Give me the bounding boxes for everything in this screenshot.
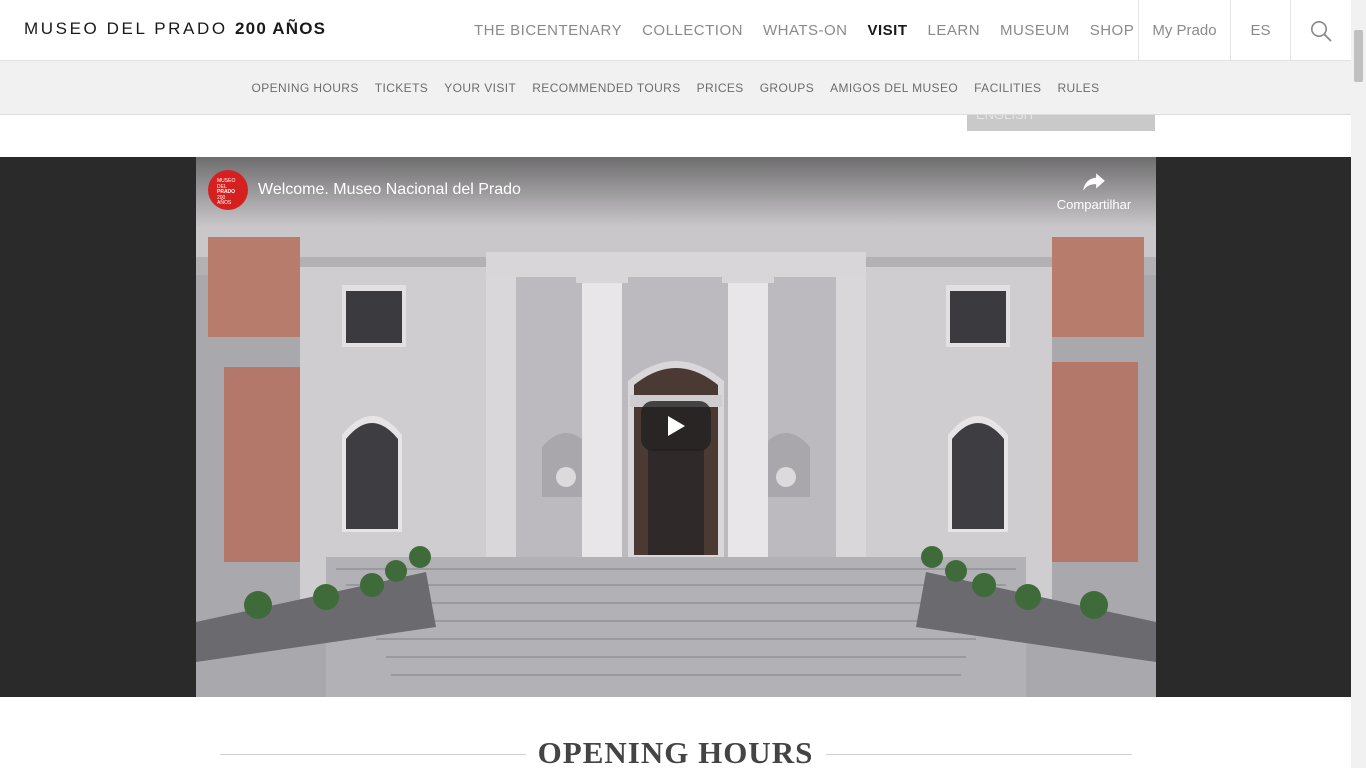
subnav-item-amigos-del-museo[interactable]: AMIGOS DEL MUSEO xyxy=(822,81,966,95)
opening-hours-section: OPENING HOURS xyxy=(0,697,1351,768)
nav-item-bicentenary[interactable]: THE BICENTENARY xyxy=(464,22,632,39)
visit-subnav: OPENING HOURS TICKETS YOUR VISIT RECOMME… xyxy=(0,61,1351,115)
play-icon xyxy=(668,416,685,436)
nav-item-museum[interactable]: MUSEUM xyxy=(990,22,1080,39)
share-icon xyxy=(1083,173,1105,191)
channel-logo-line: AÑOS xyxy=(217,200,232,207)
language-selector[interactable]: ENGLISH xyxy=(967,115,1155,131)
share-label: Compartilhar xyxy=(1056,197,1132,212)
site-header: MUSEO DEL PRADO 200 AÑOS THE BICENTENARY… xyxy=(0,0,1351,61)
video-title[interactable]: Welcome. Museo Nacional del Prado xyxy=(258,181,521,199)
nav-item-shop[interactable]: SHOP xyxy=(1080,22,1145,39)
page-scrollbar[interactable] xyxy=(1351,0,1366,768)
nav-item-learn[interactable]: LEARN xyxy=(918,22,991,39)
subnav-item-your-visit[interactable]: YOUR VISIT xyxy=(436,81,524,95)
main-nav: THE BICENTENARY COLLECTION WHATS-ON VISI… xyxy=(464,0,1144,61)
my-prado-link[interactable]: My Prado xyxy=(1138,0,1230,61)
channel-logo[interactable]: MUSEO DEL PRADO 200 AÑOS xyxy=(208,170,248,210)
search-icon xyxy=(1311,20,1332,41)
scrollbar-thumb[interactable] xyxy=(1354,30,1363,82)
subnav-item-prices[interactable]: PRICES xyxy=(689,81,752,95)
brand-name: MUSEO DEL PRADO xyxy=(24,19,228,38)
subnav-item-groups[interactable]: GROUPS xyxy=(752,81,822,95)
site-logo[interactable]: MUSEO DEL PRADO 200 AÑOS xyxy=(24,19,326,39)
subnav-item-facilities[interactable]: FACILITIES xyxy=(966,81,1049,95)
nav-item-collection[interactable]: COLLECTION xyxy=(632,22,753,39)
video-band: MUSEO DEL PRADO 200 AÑOS Welcome. Museo … xyxy=(0,157,1351,697)
section-heading: OPENING HOURS xyxy=(537,735,814,768)
subnav-item-tickets[interactable]: TICKETS xyxy=(367,81,436,95)
language-switch[interactable]: ES xyxy=(1230,0,1290,61)
subnav-item-recommended-tours[interactable]: RECOMMENDED TOURS xyxy=(524,81,688,95)
brand-suffix: 200 AÑOS xyxy=(235,19,327,38)
share-button[interactable]: Compartilhar xyxy=(1044,169,1144,212)
search-button[interactable] xyxy=(1290,0,1351,61)
subnav-item-opening-hours[interactable]: OPENING HOURS xyxy=(244,81,367,95)
video-player[interactable]: MUSEO DEL PRADO 200 AÑOS Welcome. Museo … xyxy=(196,157,1156,697)
play-button[interactable] xyxy=(641,401,711,451)
nav-item-visit[interactable]: VISIT xyxy=(858,22,918,39)
nav-item-whats-on[interactable]: WHATS-ON xyxy=(753,22,858,39)
subnav-item-rules[interactable]: RULES xyxy=(1049,81,1107,95)
